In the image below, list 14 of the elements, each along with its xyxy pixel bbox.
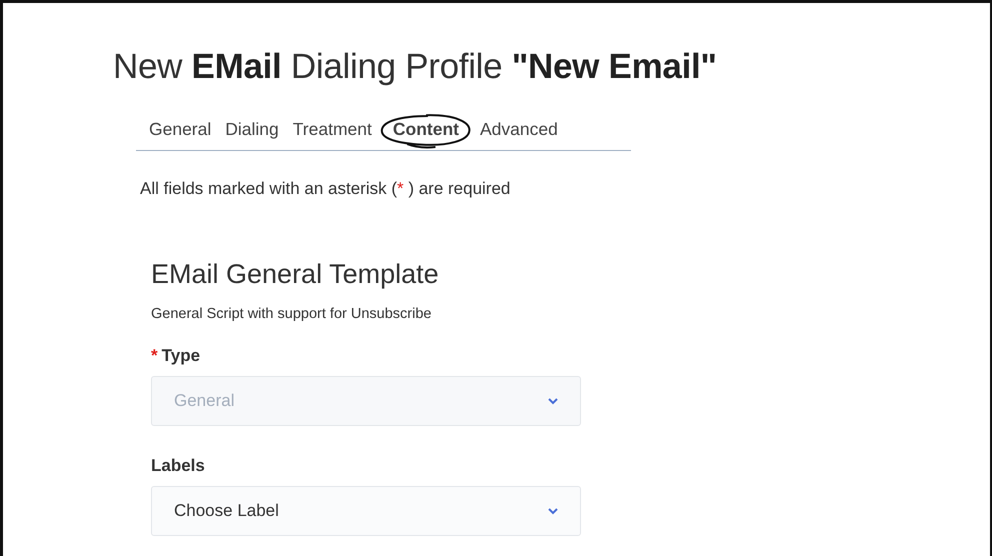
field-label: * Type <box>151 346 202 366</box>
tab[interactable]: Dialing <box>218 113 286 150</box>
tab[interactable]: Advanced <box>472 113 565 150</box>
section-description: General Script with support for Unsubscribe <box>151 306 432 322</box>
chevron-down-icon <box>548 398 558 404</box>
page-title: New EMail Dialing Profile "New Email" <box>113 47 718 87</box>
chevron-down-icon <box>548 508 558 514</box>
tab[interactable]: Treatment <box>286 113 379 150</box>
required-fields-note: All fields marked with an asterisk (* ) are required <box>140 179 512 199</box>
field-label: Labels <box>151 456 206 476</box>
tab[interactable]: General <box>142 113 218 150</box>
tab[interactable]: Content <box>378 113 473 150</box>
section-title: EMail General Template <box>151 259 440 290</box>
select-field[interactable]: Choose Label <box>151 486 581 536</box>
